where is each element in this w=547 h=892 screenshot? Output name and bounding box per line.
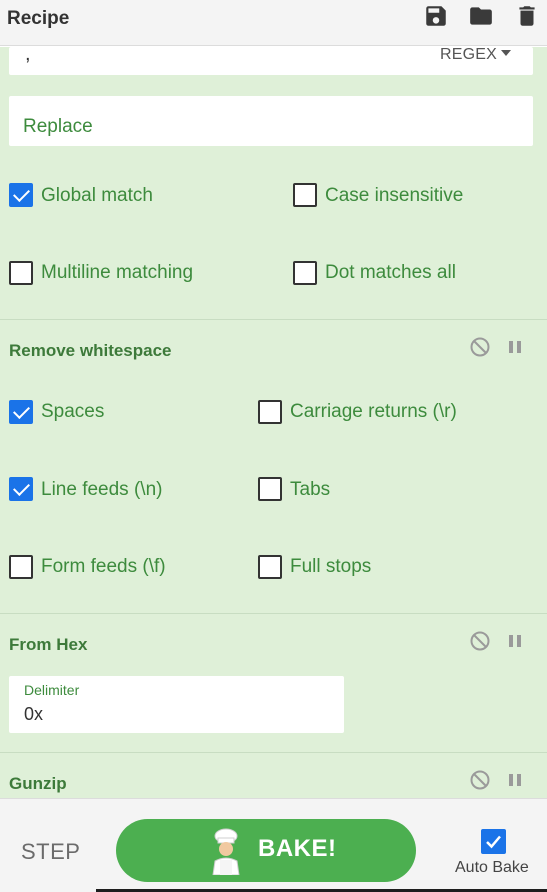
replace-input[interactable]: Replace bbox=[9, 96, 533, 146]
full-stops-label: Full stops bbox=[290, 556, 372, 577]
operation-divider bbox=[0, 319, 547, 320]
recipe-list: , REGEX Replace Global match Case insens… bbox=[0, 47, 547, 798]
tabs-checkbox[interactable] bbox=[258, 477, 282, 501]
trash-icon[interactable] bbox=[514, 3, 540, 29]
save-icon[interactable] bbox=[423, 3, 449, 29]
chef-icon bbox=[212, 828, 240, 875]
spaces-label: Spaces bbox=[41, 401, 105, 422]
global-match-checkbox[interactable] bbox=[9, 183, 33, 207]
dot-matches-all-checkbox[interactable] bbox=[293, 261, 317, 285]
folder-icon[interactable] bbox=[468, 3, 494, 29]
form-feeds-checkbox[interactable] bbox=[9, 555, 33, 579]
spaces-checkbox[interactable] bbox=[9, 400, 33, 424]
pause-icon[interactable] bbox=[504, 630, 526, 652]
multiline-matching-label: Multiline matching bbox=[41, 262, 194, 283]
full-stops-checkbox[interactable] bbox=[258, 555, 282, 579]
find-value: , bbox=[25, 47, 31, 65]
delimiter-input[interactable]: Delimiter 0x bbox=[9, 676, 344, 733]
remove-whitespace-title: Remove whitespace bbox=[9, 341, 172, 360]
operation-divider bbox=[0, 613, 547, 614]
replace-placeholder: Replace bbox=[23, 116, 93, 137]
bake-label: BAKE! bbox=[258, 835, 337, 862]
find-type-dropdown[interactable]: REGEX bbox=[440, 47, 511, 64]
delimiter-label: Delimiter bbox=[24, 682, 80, 698]
caret-down-icon bbox=[501, 50, 511, 56]
global-match-label: Global match bbox=[41, 185, 153, 206]
form-feeds-label: Form feeds (\f) bbox=[41, 556, 166, 577]
recipe-header: Recipe bbox=[0, 0, 547, 46]
case-insensitive-label: Case insensitive bbox=[325, 185, 464, 206]
dot-matches-all-label: Dot matches all bbox=[325, 262, 456, 283]
disable-icon[interactable] bbox=[469, 336, 491, 358]
gunzip-title: Gunzip bbox=[9, 774, 67, 793]
recipe-title: Recipe bbox=[7, 8, 70, 29]
delimiter-value: 0x bbox=[24, 704, 44, 724]
multiline-matching-checkbox[interactable] bbox=[9, 261, 33, 285]
case-insensitive-checkbox[interactable] bbox=[293, 183, 317, 207]
operation-divider bbox=[0, 752, 547, 753]
find-input[interactable]: , REGEX bbox=[9, 47, 533, 75]
disable-icon[interactable] bbox=[469, 769, 491, 791]
tabs-label: Tabs bbox=[290, 479, 331, 500]
bake-controls: STEP BAKE! Auto Bake bbox=[0, 798, 547, 892]
line-feeds-label: Line feeds (\n) bbox=[41, 479, 163, 500]
step-button[interactable]: STEP bbox=[21, 839, 80, 865]
bake-button[interactable]: BAKE! bbox=[116, 819, 416, 882]
auto-bake-label: Auto Bake bbox=[455, 859, 529, 876]
disable-icon[interactable] bbox=[469, 630, 491, 652]
from-hex-title: From Hex bbox=[9, 635, 88, 654]
pause-icon[interactable] bbox=[504, 769, 526, 791]
auto-bake-checkbox[interactable] bbox=[481, 829, 506, 854]
line-feeds-checkbox[interactable] bbox=[9, 477, 33, 501]
carriage-returns-label: Carriage returns (\r) bbox=[290, 401, 457, 422]
pause-icon[interactable] bbox=[504, 336, 526, 358]
carriage-returns-checkbox[interactable] bbox=[258, 400, 282, 424]
